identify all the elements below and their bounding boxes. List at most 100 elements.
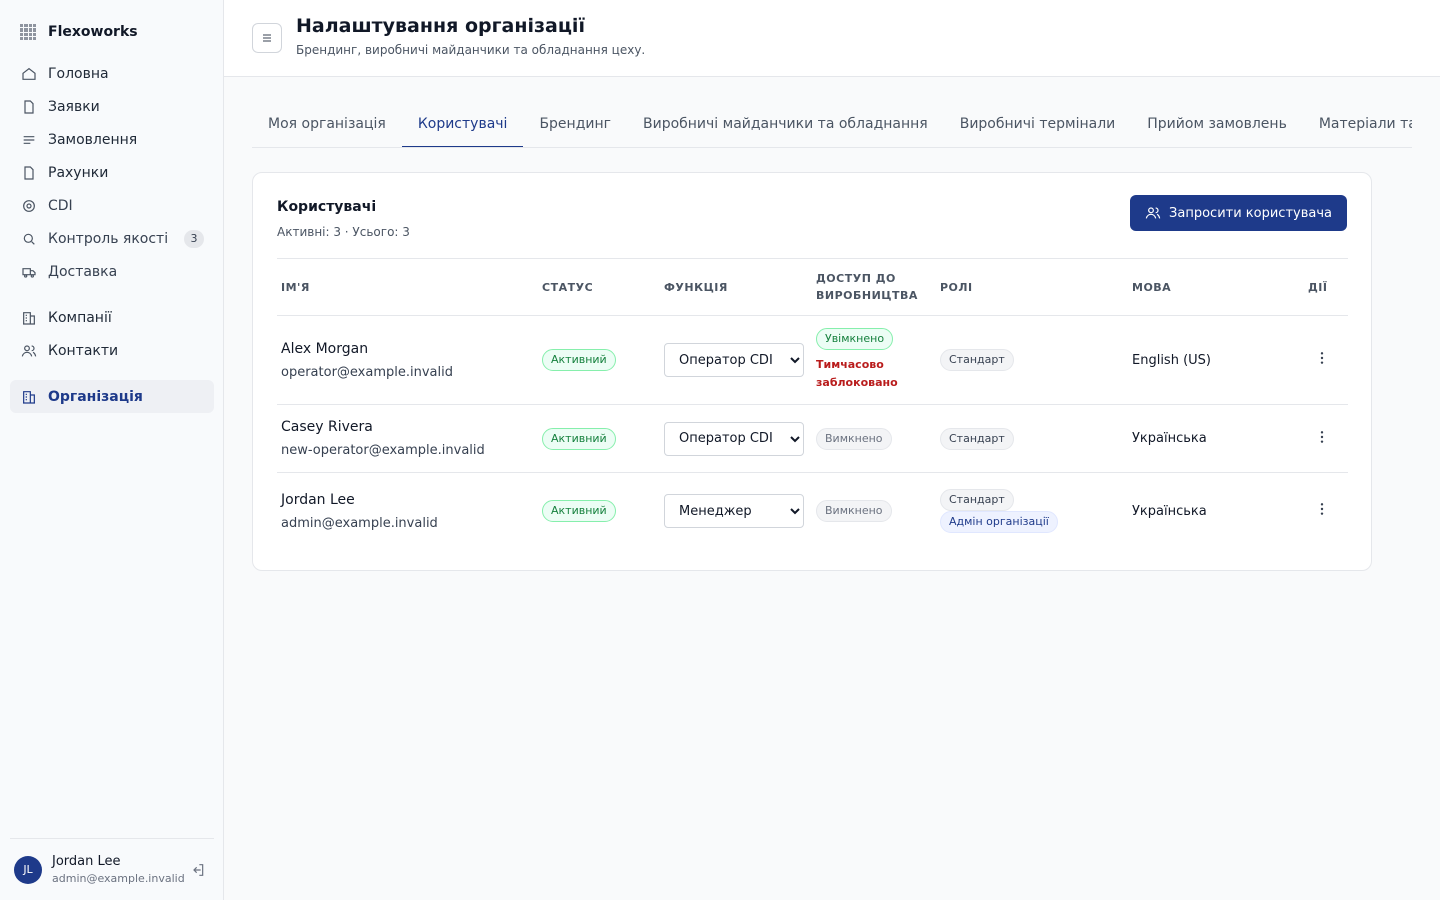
page-header: Налаштування організації Брендинг, вироб… [224,0,1440,77]
truck-icon [20,263,38,281]
building-icon [20,309,38,327]
file-icon [20,98,38,116]
status-cell: Активний [538,315,660,405]
name-cell: Alex Morgan operator@example.invalid [277,315,538,405]
status-cell: Активний [538,404,660,473]
sidebar-item-delivery[interactable]: Доставка [10,255,214,288]
roles-cell: Стандарт Адмін організації [936,473,1128,550]
table-row: Casey Rivera new-operator@example.invali… [277,404,1348,473]
tab-my-organization[interactable]: Моя організація [252,100,402,147]
tab-materials[interactable]: Матеріали та по [1303,100,1412,147]
user-meta: Jordan Lee admin@example.invalid [52,854,185,885]
function-select[interactable]: Оператор CDI Менеджер [664,494,804,529]
tab-production-terminals[interactable]: Виробничі термінали [944,100,1132,147]
file-icon [20,164,38,182]
sidebar-item-invoices[interactable]: Рахунки [10,156,214,189]
sidebar-item-label: Заявки [48,98,100,115]
user-email: operator@example.invalid [281,364,453,380]
status-badge: Активний [542,500,616,523]
function-cell: Оператор CDI Менеджер [660,315,812,405]
users-card: Користувачі Активні: 3 · Усього: 3 Запро… [252,172,1372,571]
sidebar-item-cdi[interactable]: CDI [10,189,214,222]
user-name: Alex Morgan [281,340,369,357]
brand[interactable]: Flexoworks [20,24,138,40]
sidebar-item-organization[interactable]: Організація [10,380,214,413]
sidebar-item-label: Контакти [48,342,119,359]
status-badge: Активний [542,349,616,371]
sidebar-item-contacts[interactable]: Контакти [10,334,214,367]
roles-cell: Стандарт [936,404,1128,473]
actions-cell [1304,404,1348,473]
sidebar-nav: Головна Заявки Замовлення Рахунки CDI Ко… [10,57,214,413]
sidebar-item-label: Рахунки [48,164,109,181]
logout-icon[interactable] [190,862,206,878]
sidebar-item-companies[interactable]: Компанії [10,301,214,334]
sidebar-item-home[interactable]: Головна [10,57,214,90]
column-header-name: Ім'я [277,258,538,316]
sidebar-item-requests[interactable]: Заявки [10,90,214,123]
users-table: Ім'я Статус Функція Доступ до виробництв… [277,258,1348,550]
actions-cell [1304,315,1348,405]
users-summary: Активні: 3 · Усього: 3 [277,225,410,239]
users-icon [1145,207,1161,219]
sidebar: Flexoworks Головна Заявки Замовлення Рах… [0,0,224,900]
hamburger-icon [263,34,271,42]
language-cell: English (US) [1128,315,1304,405]
tab-production-sites[interactable]: Виробничі майданчики та обладнання [627,100,944,147]
tab-branding[interactable]: Брендинг [523,100,627,147]
list-icon [20,131,38,149]
function-select[interactable]: Оператор CDI Менеджер [664,343,804,377]
role-badge: Стандарт [940,349,1014,371]
column-header-actions: Дії [1304,258,1348,316]
users-icon [20,342,38,360]
column-header-function: Функція [660,258,812,316]
sidebar-item-label: Контроль якості [48,230,169,247]
more-actions-icon[interactable] [1314,501,1330,517]
language-cell: Українська [1132,503,1207,519]
user-email: admin@example.invalid [52,872,185,885]
access-badge: Вимкнено [816,500,892,523]
status-badge: Активний [542,427,616,450]
table-header-row: Ім'я Статус Функція Доступ до виробництв… [277,258,1348,316]
access-badge: Вимкнено [816,427,892,450]
sidebar-item-quality-control[interactable]: Контроль якості 3 [10,222,214,255]
column-header-language: Мова [1128,258,1304,316]
app-name: Flexoworks [48,24,138,40]
card-title: Користувачі [277,199,377,215]
access-cell: Вимкнено [812,473,936,550]
role-badge-admin: Адмін організації [940,511,1058,534]
language-cell: Українська [1128,404,1304,473]
sidebar-item-label: Замовлення [48,131,138,148]
home-icon [20,65,38,83]
sidebar-item-label: Головна [48,65,109,82]
tab-users[interactable]: Користувачі [401,100,524,147]
actions-cell [1304,473,1348,550]
invite-user-button[interactable]: Запросити користувача [1130,195,1347,231]
sidebar-item-label: CDI [48,197,73,214]
column-header-status: Статус [538,258,660,316]
avatar[interactable]: JL [14,855,42,884]
sidebar-item-orders[interactable]: Замовлення [10,123,214,156]
table-row: Jordan Lee admin@example.invalid Активни… [277,473,1348,550]
search-icon [20,230,38,248]
roles-cell: Стандарт [936,315,1128,405]
menu-toggle-button[interactable] [252,23,282,53]
role-badge: Стандарт [940,489,1014,512]
organization-icon [20,388,38,406]
count-badge: 3 [184,229,204,248]
function-cell: Оператор CDI Менеджер [660,404,812,473]
access-cell: Увімкнено Тимчасово заблоковано [812,315,936,405]
user-email: admin@example.invalid [281,515,438,531]
user-name: Jordan Lee [281,491,355,508]
column-header-access: Доступ до виробництва [812,258,936,316]
user-name: Jordan Lee [52,854,121,869]
function-select[interactable]: Оператор CDI Менеджер [664,421,804,456]
sidebar-item-label: Компанії [48,309,112,326]
access-cell: Вимкнено [812,404,936,473]
more-actions-icon[interactable] [1314,350,1330,366]
more-actions-icon[interactable] [1314,429,1330,445]
table-row: Alex Morgan operator@example.invalid Акт… [277,315,1348,405]
sidebar-item-label: Доставка [48,263,118,280]
access-badge: Увімкнено [816,328,894,350]
tab-order-intake[interactable]: Прийом замовлень [1131,100,1303,147]
